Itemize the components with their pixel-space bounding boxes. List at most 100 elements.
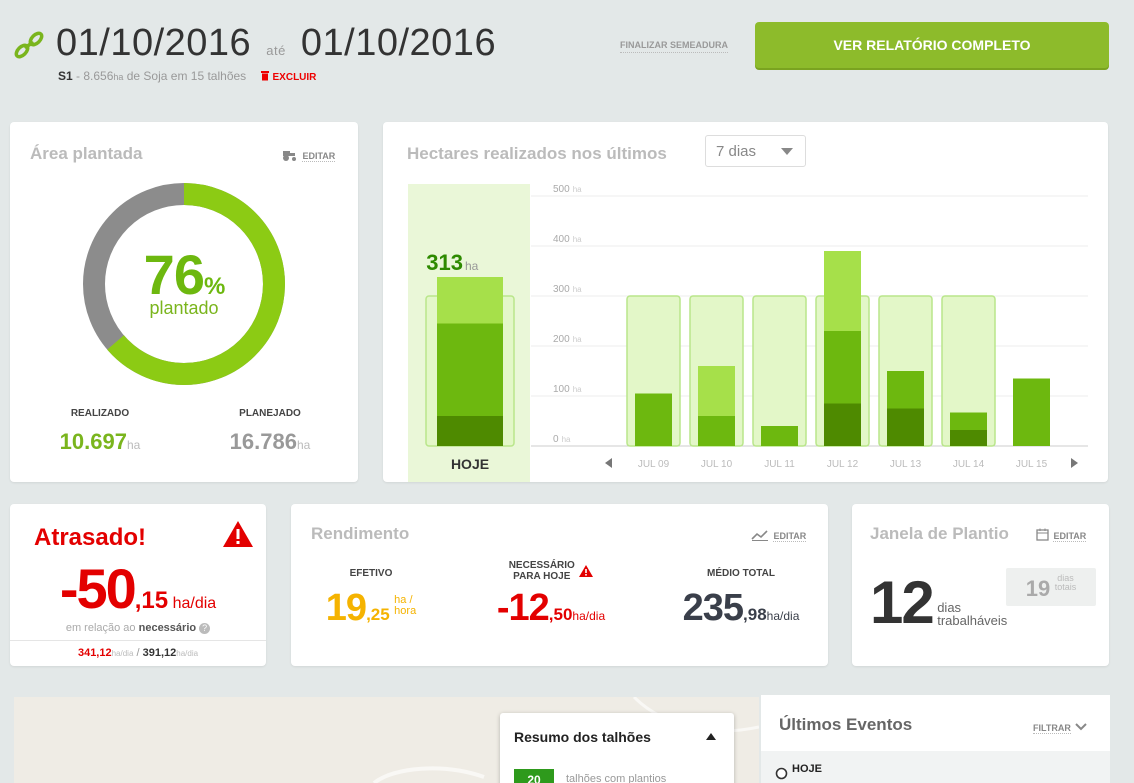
bar-segment[interactable] (635, 393, 672, 447)
bar-segment[interactable] (437, 323, 503, 417)
needed-rate: 391,12 (142, 647, 177, 659)
trash-icon (260, 71, 269, 81)
x-tick-label: JUL 12 (827, 459, 859, 470)
card-title: Área plantada (30, 144, 143, 163)
x-tick-label: JUL 11 (764, 459, 795, 470)
events-title: Últimos Eventos (779, 715, 913, 734)
bar-segment[interactable] (761, 426, 798, 446)
fields-summary-panel: Resumo dos talhões 20 talhões com planti… (500, 713, 734, 783)
bar-segment[interactable] (950, 430, 987, 446)
bar-segment[interactable] (698, 366, 735, 416)
necessario-stat: NECESSÁRIO PARA HOJE -12,50ha/dia (471, 560, 631, 630)
planting-window-card: Janela de Plantio EDITAR 12 dias trabalhá… (852, 504, 1109, 666)
medio-dec: ,98 (743, 605, 767, 624)
rate-separator: / (136, 647, 140, 659)
bar-segment[interactable] (887, 371, 924, 409)
edit-area-link[interactable]: EDITAR (282, 146, 336, 164)
planejado-label: PLANEJADO (239, 408, 301, 419)
help-icon[interactable]: ? (199, 623, 211, 634)
x-tick-label: JUL 09 (638, 459, 670, 470)
percent-label: plantado (149, 298, 219, 318)
planejado-unit: ha (296, 438, 311, 452)
today-value: 313 (426, 250, 463, 275)
relation-bold: necessário (138, 622, 197, 634)
total-days-label2: totais (1054, 582, 1077, 592)
delay-unit: ha/dia (172, 595, 217, 612)
bar-segment[interactable] (824, 403, 861, 447)
planned-bar[interactable] (752, 295, 807, 447)
hectares-chart-card: Hectares realizados nos últimos 7 dias 5… (383, 122, 1108, 482)
filter-link[interactable]: FILTRAR (1033, 718, 1087, 736)
y-tick-label: 100 ha (553, 384, 582, 395)
efetivo-int: 19 (325, 587, 367, 629)
x-tick-label: JUL 14 (953, 459, 985, 470)
realizado-value: 10.697 (59, 429, 127, 454)
donut-center: 76% plantado (82, 182, 286, 386)
efetivo-dec: ,25 (366, 605, 390, 624)
bar-segment[interactable] (698, 416, 735, 446)
planejado-value: 16.786 (229, 429, 297, 454)
medio-label: MÉDIO TOTAL (707, 568, 775, 579)
summary-text: talhões com plantios (566, 773, 667, 783)
delay-int: -50 (59, 557, 137, 620)
season-id: S1 (58, 69, 73, 83)
today-tick-label: HOJE (451, 456, 489, 472)
total-days: 19 dias totais (1006, 568, 1096, 606)
necessario-dec: ,50 (548, 605, 573, 624)
y-tick-label: 500 ha (553, 184, 582, 195)
next-arrow-icon[interactable] (1071, 458, 1079, 468)
bar-segment[interactable] (437, 416, 503, 446)
y-tick-label: 400 ha (553, 234, 582, 245)
yield-title: Rendimento (311, 524, 410, 543)
delay-title: Atrasado! (34, 524, 147, 551)
season-dates: 01/10/2016 até 01/10/2016 (56, 22, 496, 65)
summary-title: Resumo dos talhões (514, 729, 651, 745)
medio-stat: MÉDIO TOTAL 235,98ha/dia (666, 568, 816, 630)
bar-segment[interactable] (887, 408, 924, 447)
today-unit: ha (465, 259, 479, 273)
current-rate: 341,12 (77, 647, 112, 659)
working-days-label2: trabalháveis (937, 612, 1008, 628)
window-title: Janela de Plantio (870, 524, 1009, 543)
season-summary: S1 - 8.656ha de Soja em 15 talhões EXCLU… (58, 69, 316, 83)
working-days-value: 12 (870, 569, 935, 636)
necessario-label1: NECESSÁRIO (508, 560, 575, 571)
full-report-button[interactable]: VER RELATÓRIO COMPLETO (755, 22, 1109, 68)
realizado-unit: ha (126, 438, 141, 452)
delay-relation: em relação ao necessário ? (10, 622, 266, 634)
chevron-down-icon (1075, 723, 1087, 731)
delete-label: EXCLUIR (272, 72, 317, 83)
total-days-value: 19 (1025, 576, 1051, 601)
chart-line-icon (751, 530, 768, 541)
warning-small-icon (579, 565, 594, 577)
delay-dec: ,15 (134, 587, 169, 614)
edit-label: EDITAR (1053, 531, 1087, 542)
filter-label: FILTRAR (1033, 723, 1071, 734)
realizado-label: REALIZADO (70, 408, 130, 419)
relation-text: em relação ao (65, 622, 136, 634)
edit-window-link[interactable]: EDITAR (1036, 526, 1087, 544)
x-tick-label: JUL 13 (890, 459, 922, 470)
current-unit: ha/dia (111, 649, 134, 658)
necessario-unit: ha/dia (572, 609, 606, 623)
fields-map[interactable]: Resumo dos talhões 20 talhões com planti… (14, 697, 759, 783)
efetivo-unit2: hora (394, 605, 417, 617)
edit-yield-link[interactable]: EDITAR (751, 526, 807, 544)
bar-segment[interactable] (1013, 378, 1050, 447)
bar-segment[interactable] (824, 331, 861, 404)
y-tick-label: 0 ha (553, 434, 571, 445)
bar-segment[interactable] (950, 412, 987, 431)
needed-unit: ha/dia (176, 649, 199, 658)
events-group-label: HOJE (792, 763, 822, 775)
y-tick-label: 200 ha (553, 334, 582, 345)
finalize-sowing-link[interactable]: FINALIZAR SEMEADURA (620, 40, 728, 53)
delete-button[interactable]: EXCLUIR (260, 71, 317, 83)
bar-segment[interactable] (824, 251, 861, 331)
percent-sign: % (203, 273, 225, 300)
prev-arrow-icon[interactable] (605, 458, 613, 468)
edit-label: EDITAR (773, 531, 807, 542)
summary-count: 20 (514, 769, 554, 783)
bar-segment[interactable] (437, 277, 503, 324)
collapse-icon[interactable] (706, 733, 716, 740)
events-group: HOJE (761, 751, 1110, 783)
